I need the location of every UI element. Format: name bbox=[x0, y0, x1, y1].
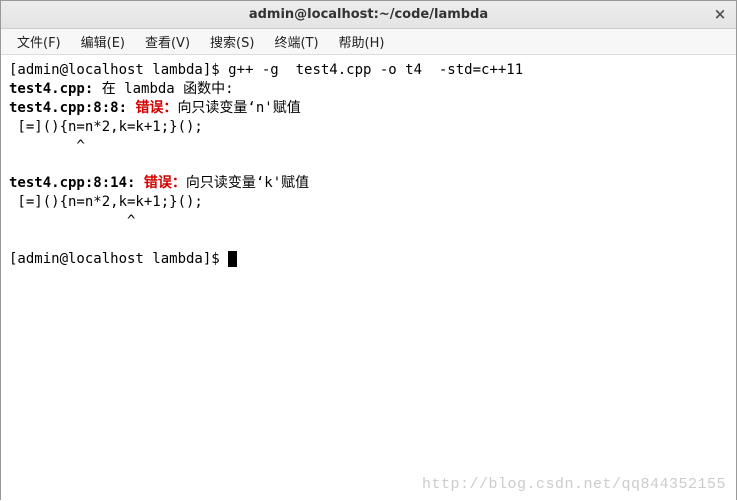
error-location-1: test4.cpp:8:8: bbox=[9, 100, 135, 116]
window-titlebar: admin@localhost:~/code/lambda × bbox=[1, 1, 736, 29]
error-location-2: test4.cpp:8:14: bbox=[9, 175, 144, 191]
error-caret-1: ^ bbox=[9, 138, 85, 154]
error-label-2: 错误： bbox=[144, 175, 186, 191]
error-caret-2: ^ bbox=[9, 213, 135, 229]
error-code-1: [=](){n=n*2,k=k+1;}(); bbox=[9, 119, 203, 135]
menu-help[interactable]: 帮助(H) bbox=[329, 29, 395, 54]
menu-file[interactable]: 文件(F) bbox=[7, 29, 71, 54]
close-icon[interactable]: × bbox=[712, 6, 728, 22]
window-title: admin@localhost:~/code/lambda bbox=[249, 7, 488, 22]
menu-edit[interactable]: 编辑(E) bbox=[71, 29, 135, 54]
command-text: g++ -g test4.cpp -o t4 -std=c++11 bbox=[228, 62, 523, 78]
error-message-1: 向只读变量‘n'赋值 bbox=[177, 100, 300, 116]
error-message-2: 向只读变量‘k'赋值 bbox=[186, 175, 309, 191]
prompt: [admin@localhost lambda]$ bbox=[9, 251, 228, 267]
terminal-output[interactable]: [admin@localhost lambda]$ g++ -g test4.c… bbox=[1, 55, 736, 501]
menu-view[interactable]: 查看(V) bbox=[135, 29, 200, 54]
compile-context: 在 lambda 函数中: bbox=[93, 81, 233, 97]
error-label-1: 错误： bbox=[135, 100, 177, 116]
menubar: 文件(F) 编辑(E) 查看(V) 搜索(S) 终端(T) 帮助(H) bbox=[1, 29, 736, 55]
error-code-2: [=](){n=n*2,k=k+1;}(); bbox=[9, 194, 203, 210]
prompt: [admin@localhost lambda]$ bbox=[9, 62, 228, 78]
cursor-icon bbox=[228, 251, 237, 267]
menu-terminal[interactable]: 终端(T) bbox=[264, 29, 328, 54]
menu-search[interactable]: 搜索(S) bbox=[200, 29, 264, 54]
compile-file: test4.cpp: bbox=[9, 81, 93, 97]
